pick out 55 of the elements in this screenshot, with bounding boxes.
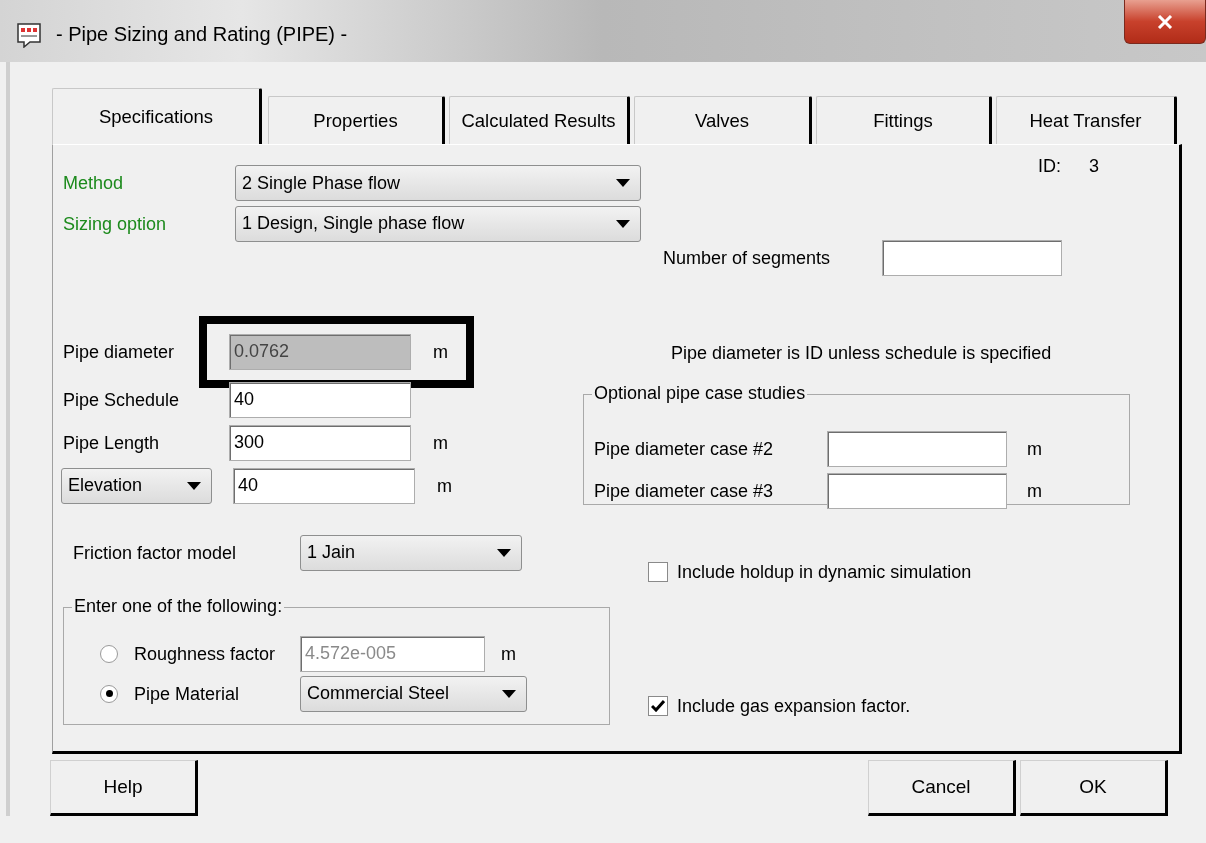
field-label: Pipe diameter case #2: [594, 437, 775, 460]
checkbox[interactable]: [648, 695, 668, 716]
caret-icon: [616, 179, 630, 187]
sizing-option-label: Sizing option: [63, 212, 168, 235]
tab[interactable]: Calculated Results: [449, 96, 630, 144]
field-label: Number of segments: [663, 246, 832, 269]
caret-icon: [616, 219, 630, 228]
segments-field[interactable]: [882, 239, 1062, 276]
sizing-option-dropdown[interactable]: 1 Design, Single phase flow: [235, 205, 641, 242]
tab[interactable]: Valves: [634, 96, 812, 144]
caret-icon: [502, 689, 516, 698]
field-label: Pipe diameter case #3: [594, 479, 775, 502]
text-field[interactable]: 40: [233, 467, 415, 504]
close-icon: [1157, 14, 1173, 29]
radio-label: Roughness factor: [134, 642, 277, 665]
unit-label: m: [1027, 479, 1042, 502]
dialog-button[interactable]: OK: [1020, 760, 1168, 816]
unit-label: m: [1027, 437, 1042, 460]
tab[interactable]: Heat Transfer: [996, 96, 1177, 144]
dialog-button[interactable]: Cancel: [868, 760, 1016, 816]
radio-label: Pipe Material: [134, 682, 241, 705]
dialog-button[interactable]: Help: [50, 760, 198, 816]
radio-button[interactable]: [100, 684, 118, 703]
info-text: Pipe diameter is ID unless schedule is specified: [671, 341, 1053, 364]
field-label: Pipe Schedule: [63, 388, 181, 411]
method-dropdown[interactable]: 2 Single Phase flow: [235, 165, 641, 201]
text-field[interactable]: 300: [229, 424, 411, 461]
tab[interactable]: Specifications: [52, 88, 262, 144]
field-label: Pipe Length: [63, 431, 161, 454]
text-field[interactable]: [827, 430, 1007, 467]
checkbox[interactable]: [648, 561, 668, 582]
unit-label: m: [433, 340, 448, 363]
material-dropdown[interactable]: Commercial Steel: [300, 675, 527, 712]
friction-model-dropdown[interactable]: 1 Jain: [300, 534, 522, 571]
checkbox-label: Include holdup in dynamic simulation: [677, 560, 972, 583]
id-value: 3: [1089, 155, 1099, 178]
field-label: Friction factor model: [73, 541, 238, 564]
window-title: - Pipe Sizing and Rating (PIPE) -: [56, 22, 348, 46]
id-label: ID:: [1037, 155, 1061, 178]
document-icon: [16, 22, 42, 48]
checkbox-label: Include gas expansion factor.: [677, 694, 911, 717]
tab[interactable]: Properties: [268, 96, 445, 144]
elevation-dropdown[interactable]: Elevation: [61, 467, 212, 504]
unit-label: m: [433, 431, 448, 454]
caret-icon: [497, 548, 511, 557]
method-label: Method: [63, 172, 125, 194]
tab[interactable]: Fittings: [816, 96, 992, 144]
caret-icon: [187, 481, 201, 490]
field-label: Pipe diameter: [63, 340, 176, 363]
text-field[interactable]: [827, 472, 1007, 509]
radio-button[interactable]: [100, 644, 118, 663]
unit-label: m: [501, 642, 516, 665]
text-field[interactable]: 40: [229, 381, 411, 418]
close-button[interactable]: [1124, 0, 1206, 44]
unit-label: m: [437, 474, 452, 497]
